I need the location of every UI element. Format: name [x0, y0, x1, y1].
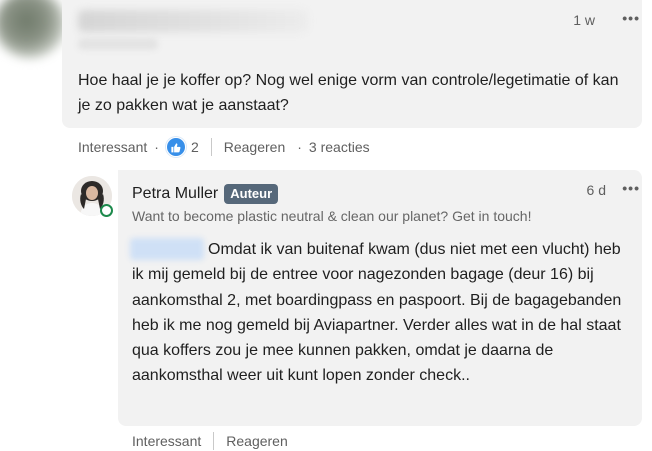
reply-text-block: Omdat ik van buitenaf kwam (dus niet met…	[132, 237, 632, 389]
reply-button[interactable]: Reageren	[224, 139, 286, 155]
more-options-icon[interactable]: •••	[622, 180, 640, 196]
author-badge: Auteur	[224, 184, 279, 204]
like-reaction-icon[interactable]	[165, 137, 186, 157]
divider	[210, 138, 212, 156]
top-comment-timestamp: 1 w	[573, 12, 595, 28]
reply-actions: Interessant Reageren	[132, 432, 288, 450]
online-status-icon	[100, 204, 113, 217]
more-options-icon[interactable]: •••	[622, 10, 640, 26]
interesting-button[interactable]: Interessant	[132, 433, 201, 449]
interesting-button[interactable]: Interessant	[78, 139, 147, 155]
commenter-name-redacted[interactable]	[78, 10, 308, 32]
reply-text: Omdat ik van buitenaf kwam (dus niet met…	[132, 241, 622, 385]
commenter-avatar[interactable]	[0, 0, 66, 58]
separator-dot: ·	[297, 139, 302, 155]
divider	[213, 432, 215, 450]
reaction-count[interactable]: 2	[191, 139, 199, 155]
replies-count-link[interactable]: 3 reacties	[309, 139, 370, 155]
thumbs-up-icon	[171, 142, 181, 152]
reply-button[interactable]: Reageren	[226, 433, 288, 449]
reply-author-headline: Want to become plastic neutral & clean o…	[132, 208, 532, 224]
reply-author-row: Petra Muller Auteur	[132, 184, 279, 204]
separator-dot: ·	[154, 139, 159, 155]
top-comment-text: Hoe haal je je koffer op? Nog wel enige …	[78, 72, 619, 114]
commenter-headline-redacted	[78, 38, 158, 50]
reply-timestamp: 6 d	[586, 182, 606, 198]
top-comment-actions: Interessant · 2 Reageren · 3 reacties	[78, 137, 370, 157]
reply-author-name[interactable]: Petra Muller	[132, 185, 218, 203]
